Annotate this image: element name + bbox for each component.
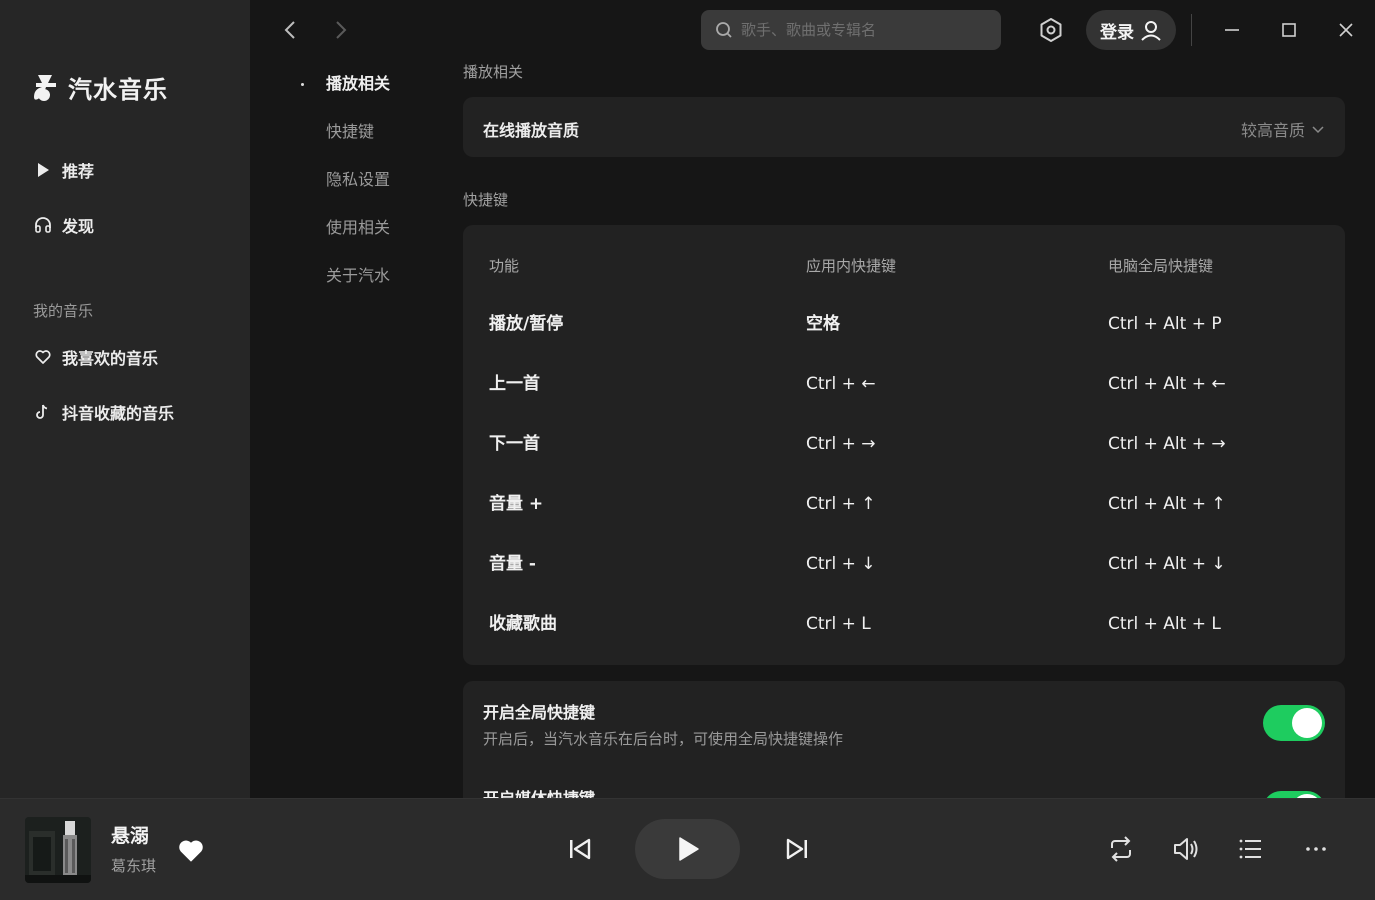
shortcut-function: 收藏歌曲 [489, 614, 557, 634]
quality-label: 在线播放音质 [483, 121, 580, 140]
shortcut-global-key: Ctrl + Alt + ↑ [1108, 494, 1226, 514]
shortcut-app-key: Ctrl + ↑ [806, 494, 876, 514]
sidebar-item-label: 抖音收藏的音乐 [62, 404, 175, 423]
shortcut-function: 上一首 [489, 374, 540, 394]
shortcut-global-key: Ctrl + Alt + ↓ [1108, 554, 1226, 574]
shortcut-function: 播放/暂停 [489, 314, 564, 334]
repeat-icon[interactable] [1106, 834, 1136, 864]
settings-hexagon-icon[interactable] [1038, 17, 1064, 43]
app-name: 汽水音乐 [68, 76, 168, 104]
play-button[interactable] [635, 819, 740, 879]
global-shortcut-toggle-desc: 开启后，当汽水音乐在后台时，可使用全局快捷键操作 [483, 730, 844, 748]
titlebar-divider [1191, 14, 1192, 46]
maximize-icon[interactable] [1277, 18, 1301, 42]
player-bar: 悬溺 葛东琪 [0, 798, 1375, 900]
shortcut-app-key: 空格 [806, 314, 840, 334]
shortcut-global-key: Ctrl + Alt + ← [1108, 374, 1226, 394]
shortcut-section-title: 快捷键 [463, 191, 509, 209]
settings-subnav: 播放相关 快捷键 隐私设置 使用相关 关于汽水 [250, 0, 450, 798]
subnav-item-playback[interactable]: 播放相关 [326, 72, 390, 96]
search-bar[interactable] [701, 10, 1001, 50]
shortcut-global-key: Ctrl + Alt + P [1108, 314, 1222, 334]
shortcut-global-key: Ctrl + Alt + L [1108, 614, 1221, 634]
heart-filled-icon[interactable] [177, 836, 205, 864]
app-logo: 汽水音乐 [32, 70, 168, 105]
headphones-icon [35, 217, 51, 233]
app-window: 汽水音乐 推荐 发现 我的音乐 我喜欢的音乐 抖音收藏的音乐 播放相关 快捷键 … [0, 0, 1375, 900]
sidebar-item-discover[interactable]: 发现 [34, 211, 94, 239]
sidebar-item-recommend[interactable]: 推荐 [34, 156, 94, 184]
volume-icon[interactable] [1171, 834, 1201, 864]
play-icon [678, 837, 699, 861]
minimize-icon[interactable] [1220, 18, 1244, 42]
shortcut-app-key: Ctrl + → [806, 434, 876, 454]
shortcut-function: 下一首 [489, 434, 540, 454]
heart-outline-icon [35, 350, 51, 364]
close-icon[interactable] [1334, 18, 1358, 42]
quality-card: 在线播放音质 较高音质 [463, 97, 1345, 157]
shortcut-app-key: Ctrl + L [806, 614, 871, 634]
active-indicator [301, 83, 304, 86]
shortcut-function: 音量 - [489, 554, 536, 574]
sidebar-item-liked-music[interactable]: 我喜欢的音乐 [34, 343, 158, 371]
chevron-down-icon [1312, 126, 1324, 134]
album-art-image [25, 817, 91, 883]
search-input[interactable] [741, 21, 981, 39]
sidebar-item-label: 我喜欢的音乐 [62, 349, 159, 368]
song-title: 悬溺 [111, 825, 150, 847]
quality-dropdown[interactable]: 较高音质 [1241, 117, 1325, 141]
col-header-app-shortcut: 应用内快捷键 [806, 257, 897, 275]
playlist-icon[interactable] [1236, 834, 1266, 864]
soda-music-logo-icon [34, 74, 56, 101]
shortcut-global-key: Ctrl + Alt + → [1108, 434, 1226, 454]
global-shortcut-toggle-title: 开启全局快捷键 [483, 703, 596, 722]
subnav-item-usage[interactable]: 使用相关 [326, 216, 390, 240]
forward-arrow-icon[interactable] [328, 18, 352, 42]
login-button[interactable]: 登录 [1086, 10, 1176, 50]
subnav-item-shortcuts[interactable]: 快捷键 [326, 120, 374, 144]
login-label: 登录 [1100, 22, 1134, 43]
user-icon [1141, 21, 1161, 41]
col-header-global-shortcut: 电脑全局快捷键 [1108, 257, 1214, 275]
shortcut-app-key: Ctrl + ↓ [806, 554, 876, 574]
album-cover[interactable] [25, 817, 91, 883]
next-track-icon[interactable] [782, 834, 812, 864]
toggle-knob [1292, 708, 1322, 738]
subnav-item-privacy[interactable]: 隐私设置 [326, 168, 390, 192]
shortcut-function: 音量 + [489, 494, 544, 514]
media-shortcut-toggle[interactable] [1263, 791, 1325, 798]
tiktok-icon [36, 404, 48, 419]
global-shortcut-toggle[interactable] [1263, 705, 1325, 741]
song-artist[interactable]: 葛东琪 [111, 855, 156, 876]
playback-section-title: 播放相关 [463, 63, 524, 81]
sidebar: 汽水音乐 推荐 发现 我的音乐 我喜欢的音乐 抖音收藏的音乐 [0, 0, 250, 798]
more-icon[interactable] [1301, 834, 1331, 864]
previous-track-icon[interactable] [565, 834, 595, 864]
back-arrow-icon[interactable] [279, 18, 303, 42]
shortcut-table: 功能 应用内快捷键 电脑全局快捷键 播放/暂停 空格 Ctrl + Alt + … [463, 225, 1345, 665]
toggle-card: 开启全局快捷键 开启后，当汽水音乐在后台时，可使用全局快捷键操作 开启媒体快捷键 [463, 681, 1345, 798]
search-icon [716, 22, 732, 38]
subnav-item-about[interactable]: 关于汽水 [326, 264, 390, 288]
sidebar-item-label: 推荐 [62, 162, 95, 181]
my-music-section-title: 我的音乐 [33, 302, 94, 320]
shortcut-app-key: Ctrl + ← [806, 374, 876, 394]
play-icon [38, 163, 49, 177]
sidebar-item-douyin-favorites[interactable]: 抖音收藏的音乐 [34, 398, 174, 426]
quality-value: 较高音质 [1240, 121, 1305, 140]
media-shortcut-toggle-title: 开启媒体快捷键 [483, 785, 595, 798]
col-header-function: 功能 [489, 257, 520, 275]
sidebar-item-label: 发现 [62, 217, 95, 236]
